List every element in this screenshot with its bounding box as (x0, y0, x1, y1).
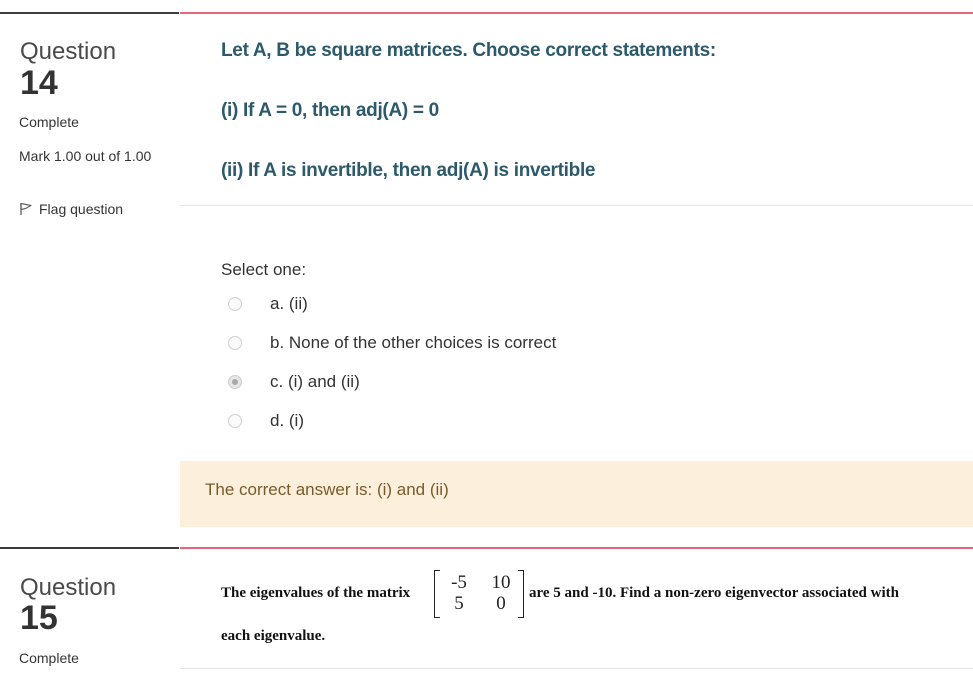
question-label: Question (20, 574, 117, 601)
question-label: Question (20, 38, 117, 65)
question-15-text-line-2: each eigenvalue. (221, 628, 326, 644)
question-text-line-1: Let A, B be square matrices. Choose corr… (221, 40, 716, 61)
question-divider (180, 205, 973, 206)
question-15-info: Question 15 Complete (0, 547, 179, 689)
question-14-info: Question 14 Complete Mark 1.00 out of 1.… (0, 12, 179, 534)
answer-option-d[interactable]: d. (i) (228, 411, 304, 431)
question-state: Complete (19, 114, 79, 130)
matrix-cell: 5 (454, 593, 464, 614)
flag-question-label: Flag question (39, 201, 124, 217)
flag-icon (19, 202, 33, 216)
answer-option-label: a. (ii) (270, 294, 308, 313)
question-state: Complete (19, 650, 79, 666)
matrix: -5 10 5 0 (434, 570, 524, 618)
answer-option-label: c. (i) and (ii) (270, 372, 360, 391)
answer-option-b[interactable]: b. None of the other choices is correct (228, 333, 556, 353)
select-one-prompt: Select one: (221, 260, 307, 279)
radio-button-c[interactable] (228, 375, 242, 389)
matrix-cell: 0 (496, 593, 506, 614)
feedback-text: The correct answer is: (i) and (ii) (205, 480, 449, 499)
answer-option-c[interactable]: c. (i) and (ii) (228, 372, 360, 392)
question-text-line-3: (ii) If A is invertible, then adj(A) is … (221, 160, 596, 181)
answer-option-label: d. (i) (270, 411, 304, 430)
question-mark: Mark 1.00 out of 1.00 (19, 148, 152, 164)
question-number: 14 (20, 64, 58, 102)
question-text-line-2: (i) If A = 0, then adj(A) = 0 (221, 100, 439, 121)
correct-answer-feedback: The correct answer is: (i) and (ii) (180, 461, 973, 527)
radio-button-a[interactable] (228, 297, 242, 311)
question-number: 15 (20, 599, 58, 637)
question-15-text-before: The eigenvalues of the matrix (221, 585, 411, 601)
matrix-cell: 10 (491, 572, 511, 593)
question-15-text-after: are 5 and -10. Find a non-zero eigenvect… (529, 585, 899, 601)
radio-button-b[interactable] (228, 336, 242, 350)
answer-option-label: b. None of the other choices is correct (270, 333, 557, 352)
question-divider (180, 668, 973, 669)
matrix-right-bracket (518, 570, 524, 618)
matrix-left-bracket (434, 570, 440, 618)
answer-option-a[interactable]: a. (ii) (228, 294, 308, 314)
flag-question-link[interactable]: Flag question (19, 201, 123, 217)
matrix-cell: -5 (451, 572, 467, 593)
radio-button-d[interactable] (228, 414, 242, 428)
